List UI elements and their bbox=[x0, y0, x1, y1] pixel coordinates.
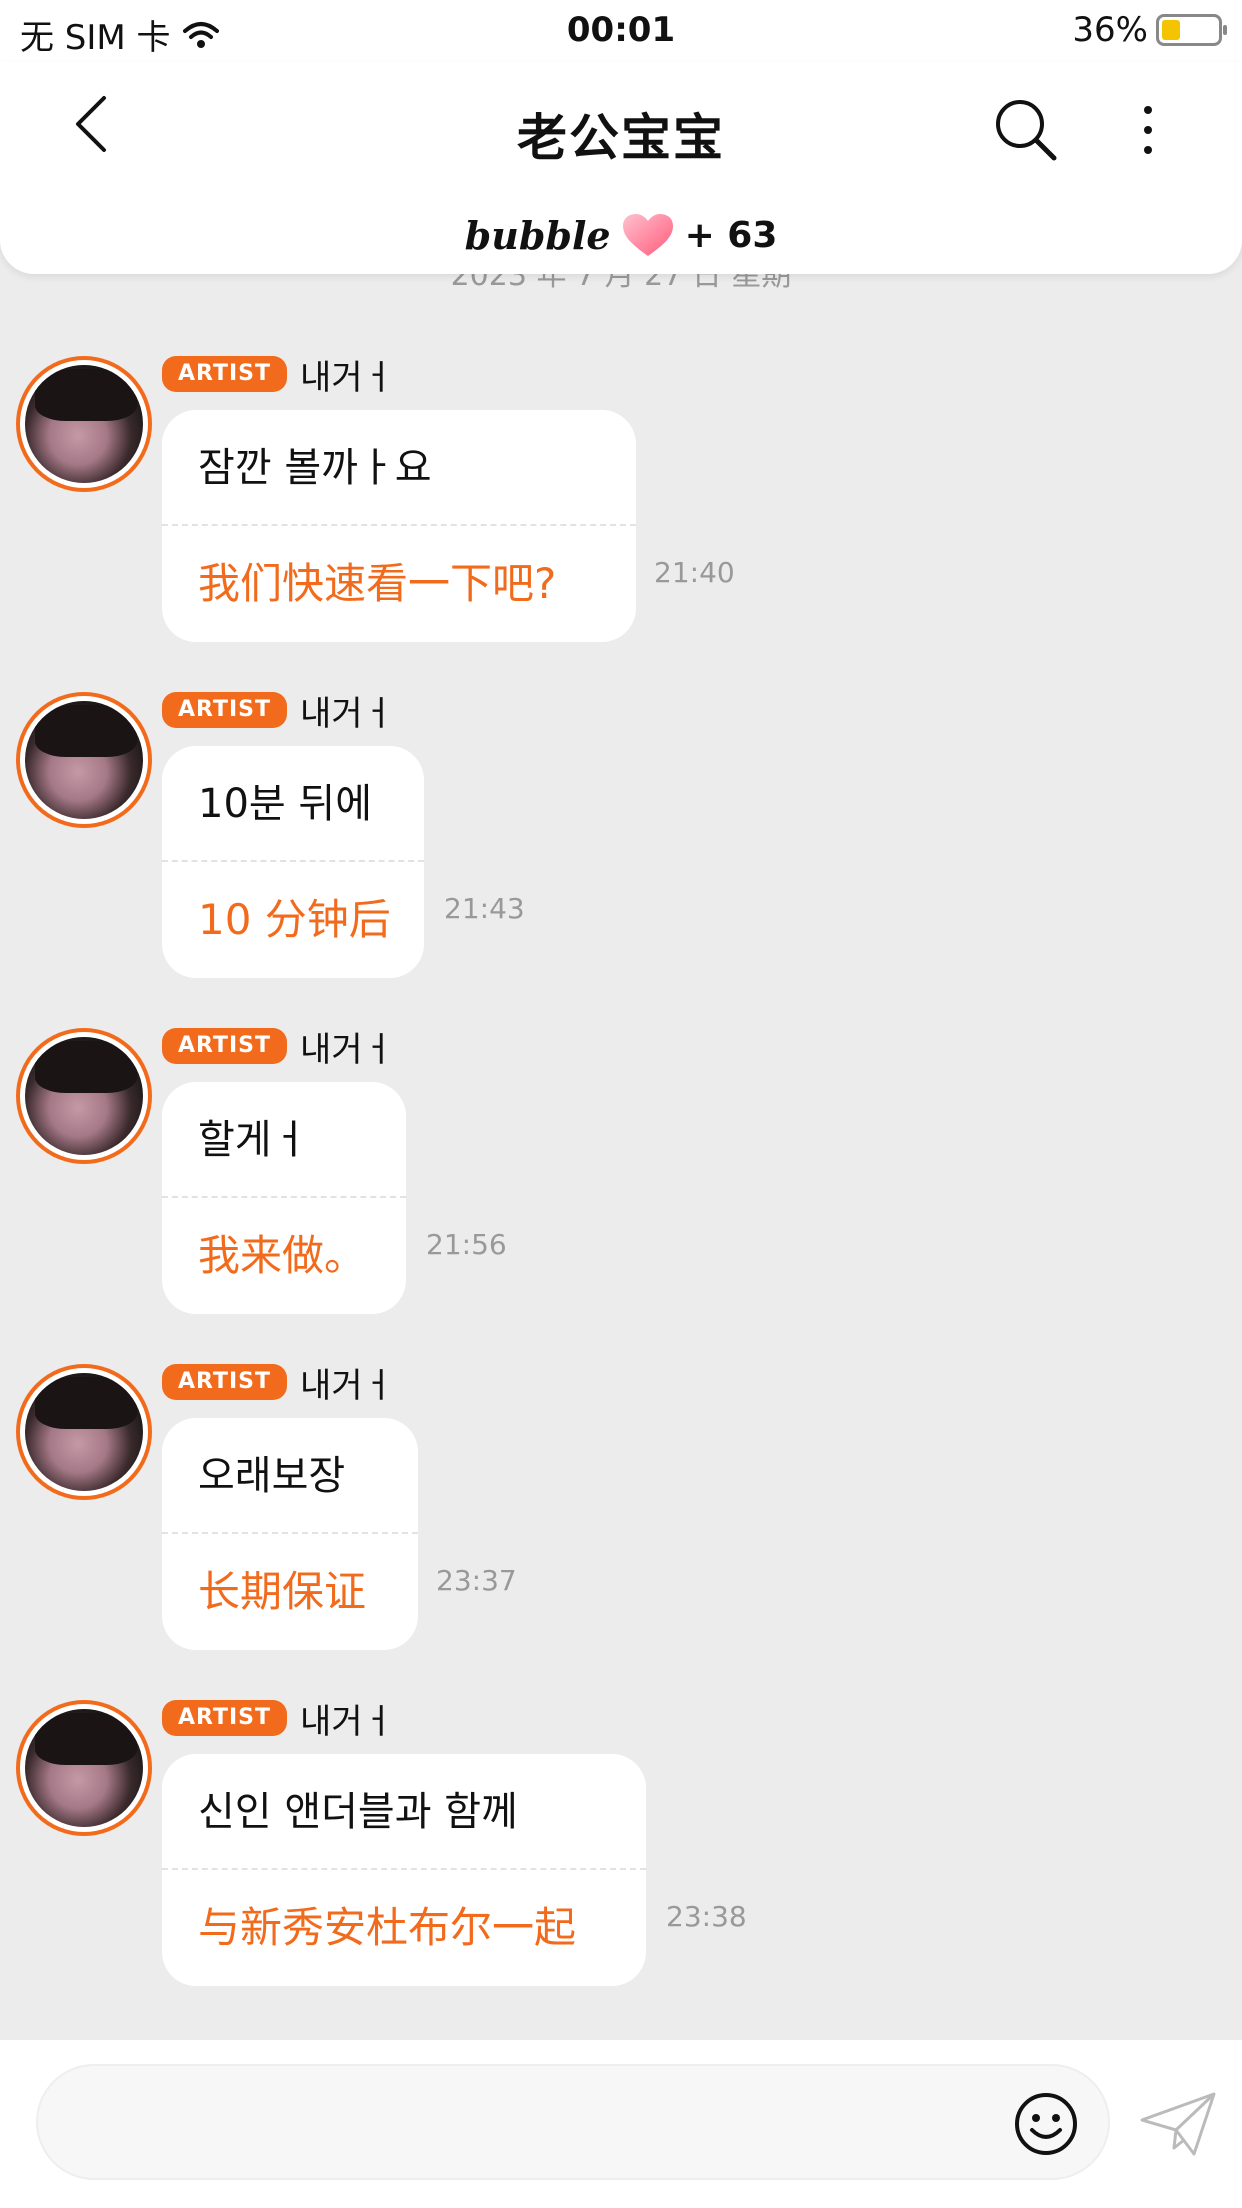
message-time: 21:56 bbox=[426, 1228, 507, 1261]
message-bubble[interactable]: 10분 뒤에 10 分钟后 bbox=[162, 746, 424, 978]
artist-badge: ARTIST bbox=[162, 356, 288, 392]
bubble-subscription[interactable]: bubble + 63 bbox=[0, 212, 1242, 258]
message-bubble[interactable]: 신인 앤더블과 함께 与新秀安杜布尔一起 bbox=[162, 1754, 646, 1986]
battery-status: 36% bbox=[1072, 10, 1227, 50]
sender-name: 내거ㅓ bbox=[300, 1702, 394, 1742]
chat-screen: 无 SIM 卡 00:01 36% 老公宝宝 bubble + 63 2023 … bbox=[0, 0, 1242, 2208]
search-icon[interactable] bbox=[990, 94, 1060, 164]
artist-badge: ARTIST bbox=[162, 1364, 288, 1400]
message-text-translation: 长期保证 bbox=[198, 1567, 367, 1616]
avatar[interactable] bbox=[16, 356, 152, 492]
battery-icon bbox=[1156, 14, 1227, 46]
message-item: ARTIST 내거ㅓ 10분 뒤에 10 分钟后 21:43 bbox=[0, 692, 1242, 1022]
message-text-translation: 我们快速看一下吧? bbox=[198, 559, 557, 608]
message-time: 23:37 bbox=[436, 1564, 517, 1597]
message-item: ARTIST 내거ㅓ 오래보장 长期保证 23:37 bbox=[0, 1364, 1242, 1694]
message-text-translation: 与新秀安杜布尔一起 bbox=[198, 1903, 577, 1952]
heart-icon bbox=[622, 214, 673, 256]
message-time: 21:43 bbox=[444, 892, 525, 925]
message-bubble[interactable]: 잠깐 볼까ㅏ요 我们快速看一下吧? bbox=[162, 410, 636, 642]
artist-badge: ARTIST bbox=[162, 1028, 288, 1064]
avatar[interactable] bbox=[16, 1028, 152, 1164]
message-item: ARTIST 내거ㅓ 할게ㅓ 我来做。 21:56 bbox=[0, 1028, 1242, 1358]
message-input[interactable] bbox=[36, 2064, 1110, 2180]
battery-percent: 36% bbox=[1072, 10, 1148, 50]
avatar[interactable] bbox=[16, 692, 152, 828]
artist-badge: ARTIST bbox=[162, 1700, 288, 1736]
bubble-count: + 63 bbox=[684, 214, 778, 256]
sender-name: 내거ㅓ bbox=[300, 1366, 394, 1406]
status-bar: 无 SIM 卡 00:01 36% bbox=[0, 0, 1242, 62]
avatar[interactable] bbox=[16, 1700, 152, 1836]
message-item: ARTIST 내거ㅓ 잠깐 볼까ㅏ요 我们快速看一下吧? 21:40 bbox=[0, 356, 1242, 686]
message-text-korean: 할게ㅓ bbox=[162, 1082, 406, 1198]
message-text-korean: 10분 뒤에 bbox=[162, 746, 424, 862]
avatar[interactable] bbox=[16, 1364, 152, 1500]
bubble-logo: bubble bbox=[464, 212, 611, 258]
message-text-korean: 오래보장 bbox=[162, 1418, 418, 1534]
message-text-translation: 10 分钟后 bbox=[198, 895, 391, 944]
message-text-translation: 我来做。 bbox=[198, 1231, 367, 1280]
chat-header: 老公宝宝 bubble + 63 bbox=[0, 62, 1242, 274]
message-bubble[interactable]: 오래보장 长期保证 bbox=[162, 1418, 418, 1650]
message-time: 23:38 bbox=[666, 1900, 747, 1933]
more-options-icon[interactable] bbox=[1130, 100, 1166, 160]
message-time: 21:40 bbox=[654, 556, 735, 589]
send-icon[interactable] bbox=[1138, 2090, 1218, 2160]
sender-name: 내거ㅓ bbox=[300, 1030, 394, 1070]
artist-badge: ARTIST bbox=[162, 692, 288, 728]
emoji-icon[interactable] bbox=[1012, 2090, 1080, 2158]
sender-name: 내거ㅓ bbox=[300, 694, 394, 734]
message-text-korean: 잠깐 볼까ㅏ요 bbox=[162, 410, 636, 526]
message-text-korean: 신인 앤더블과 함께 bbox=[162, 1754, 646, 1870]
message-item: ARTIST 내거ㅓ 신인 앤더블과 함께 与新秀安杜布尔一起 23:38 bbox=[0, 1700, 1242, 2030]
message-bubble[interactable]: 할게ㅓ 我来做。 bbox=[162, 1082, 406, 1314]
sender-name: 내거ㅓ bbox=[300, 358, 394, 398]
status-time: 00:01 bbox=[566, 10, 676, 50]
